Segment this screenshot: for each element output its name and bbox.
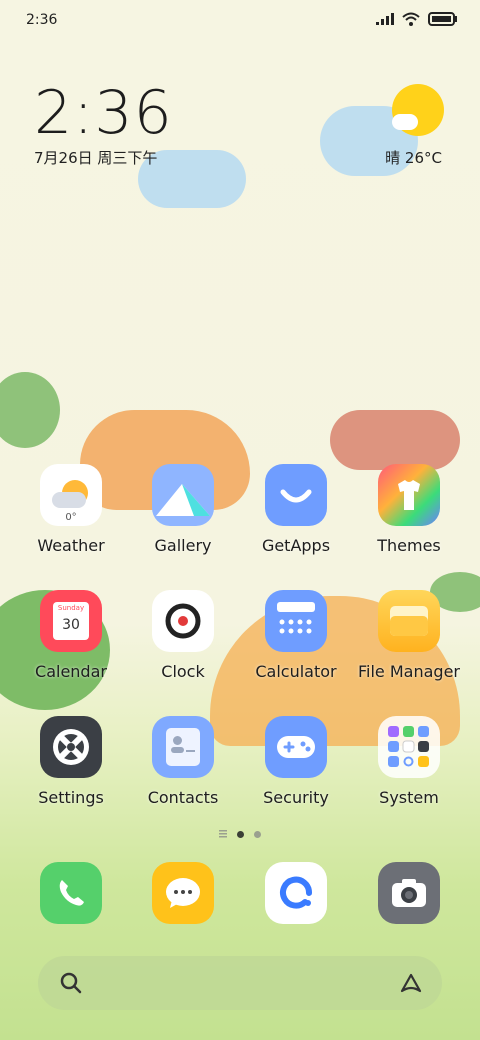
app-label: Calculator bbox=[255, 662, 337, 681]
app-system-folder[interactable]: System bbox=[354, 716, 464, 807]
fish-illustration bbox=[330, 410, 460, 470]
app-clock[interactable]: Clock bbox=[128, 590, 238, 681]
camera-icon[interactable] bbox=[378, 862, 440, 924]
app-label: Security bbox=[263, 788, 329, 807]
clock-icon bbox=[152, 590, 214, 652]
contacts-icon bbox=[152, 716, 214, 778]
search-bar[interactable] bbox=[38, 956, 442, 1010]
app-label: GetApps bbox=[261, 536, 331, 555]
app-label: Weather bbox=[37, 536, 105, 555]
page-list-icon[interactable] bbox=[219, 830, 227, 838]
app-label: Clock bbox=[161, 662, 205, 681]
clock-widget-weather[interactable]: 晴 26°C bbox=[385, 147, 442, 168]
weather-temp: 0° bbox=[65, 512, 77, 523]
app-settings[interactable]: Settings bbox=[16, 716, 126, 807]
calendar-day: 30 bbox=[62, 617, 80, 633]
calendar-weekday: Sunday bbox=[57, 604, 85, 612]
app-label: Themes bbox=[377, 536, 441, 555]
app-gallery[interactable]: Gallery bbox=[128, 464, 238, 555]
app-label: File Manager bbox=[358, 662, 460, 681]
app-calendar[interactable]: Sunday 30 Calendar bbox=[16, 590, 126, 681]
search-icon bbox=[60, 972, 82, 994]
battery-icon bbox=[428, 12, 457, 26]
sun-cloud bbox=[392, 114, 418, 130]
app-file-manager[interactable]: File Manager bbox=[354, 590, 464, 681]
status-icons bbox=[376, 12, 458, 26]
wifi-icon bbox=[402, 12, 420, 26]
system-folder-icon bbox=[378, 716, 440, 778]
app-security[interactable]: Security bbox=[241, 716, 351, 807]
security-icon bbox=[265, 716, 327, 778]
gallery-icon bbox=[152, 464, 214, 526]
app-label: Gallery bbox=[154, 536, 212, 555]
app-label: System bbox=[379, 788, 439, 807]
page-dot[interactable] bbox=[254, 830, 261, 838]
page-indicator[interactable] bbox=[0, 830, 480, 838]
calculator-icon bbox=[265, 590, 327, 652]
bush-top-left bbox=[0, 372, 60, 448]
app-calculator[interactable]: Calculator bbox=[241, 590, 351, 681]
settings-icon bbox=[40, 716, 102, 778]
status-time: 2:36 bbox=[26, 12, 58, 28]
app-label: Calendar bbox=[35, 662, 107, 681]
messages-icon[interactable] bbox=[152, 862, 214, 924]
app-weather[interactable]: 0° Weather bbox=[16, 464, 126, 555]
signal-icon bbox=[376, 13, 394, 25]
app-contacts[interactable]: Contacts bbox=[128, 716, 238, 807]
weather-icon: 0° bbox=[40, 464, 102, 526]
themes-icon bbox=[378, 464, 440, 526]
calendar-icon: Sunday 30 bbox=[40, 590, 102, 652]
app-themes[interactable]: Themes bbox=[354, 464, 464, 555]
folder-icon bbox=[378, 590, 440, 652]
app-label: Settings bbox=[38, 788, 104, 807]
page-dot-active[interactable] bbox=[237, 830, 244, 838]
app-getapps[interactable]: GetApps bbox=[241, 464, 351, 555]
phone-icon[interactable] bbox=[40, 862, 102, 924]
browser-icon[interactable] bbox=[265, 862, 327, 924]
clock-widget-date[interactable]: 7月26日 周三下午 bbox=[34, 147, 157, 168]
clock-widget-time[interactable]: 2:36 bbox=[34, 78, 173, 148]
assistant-icon[interactable] bbox=[398, 970, 424, 996]
getapps-icon bbox=[265, 464, 327, 526]
app-label: Contacts bbox=[147, 788, 219, 807]
